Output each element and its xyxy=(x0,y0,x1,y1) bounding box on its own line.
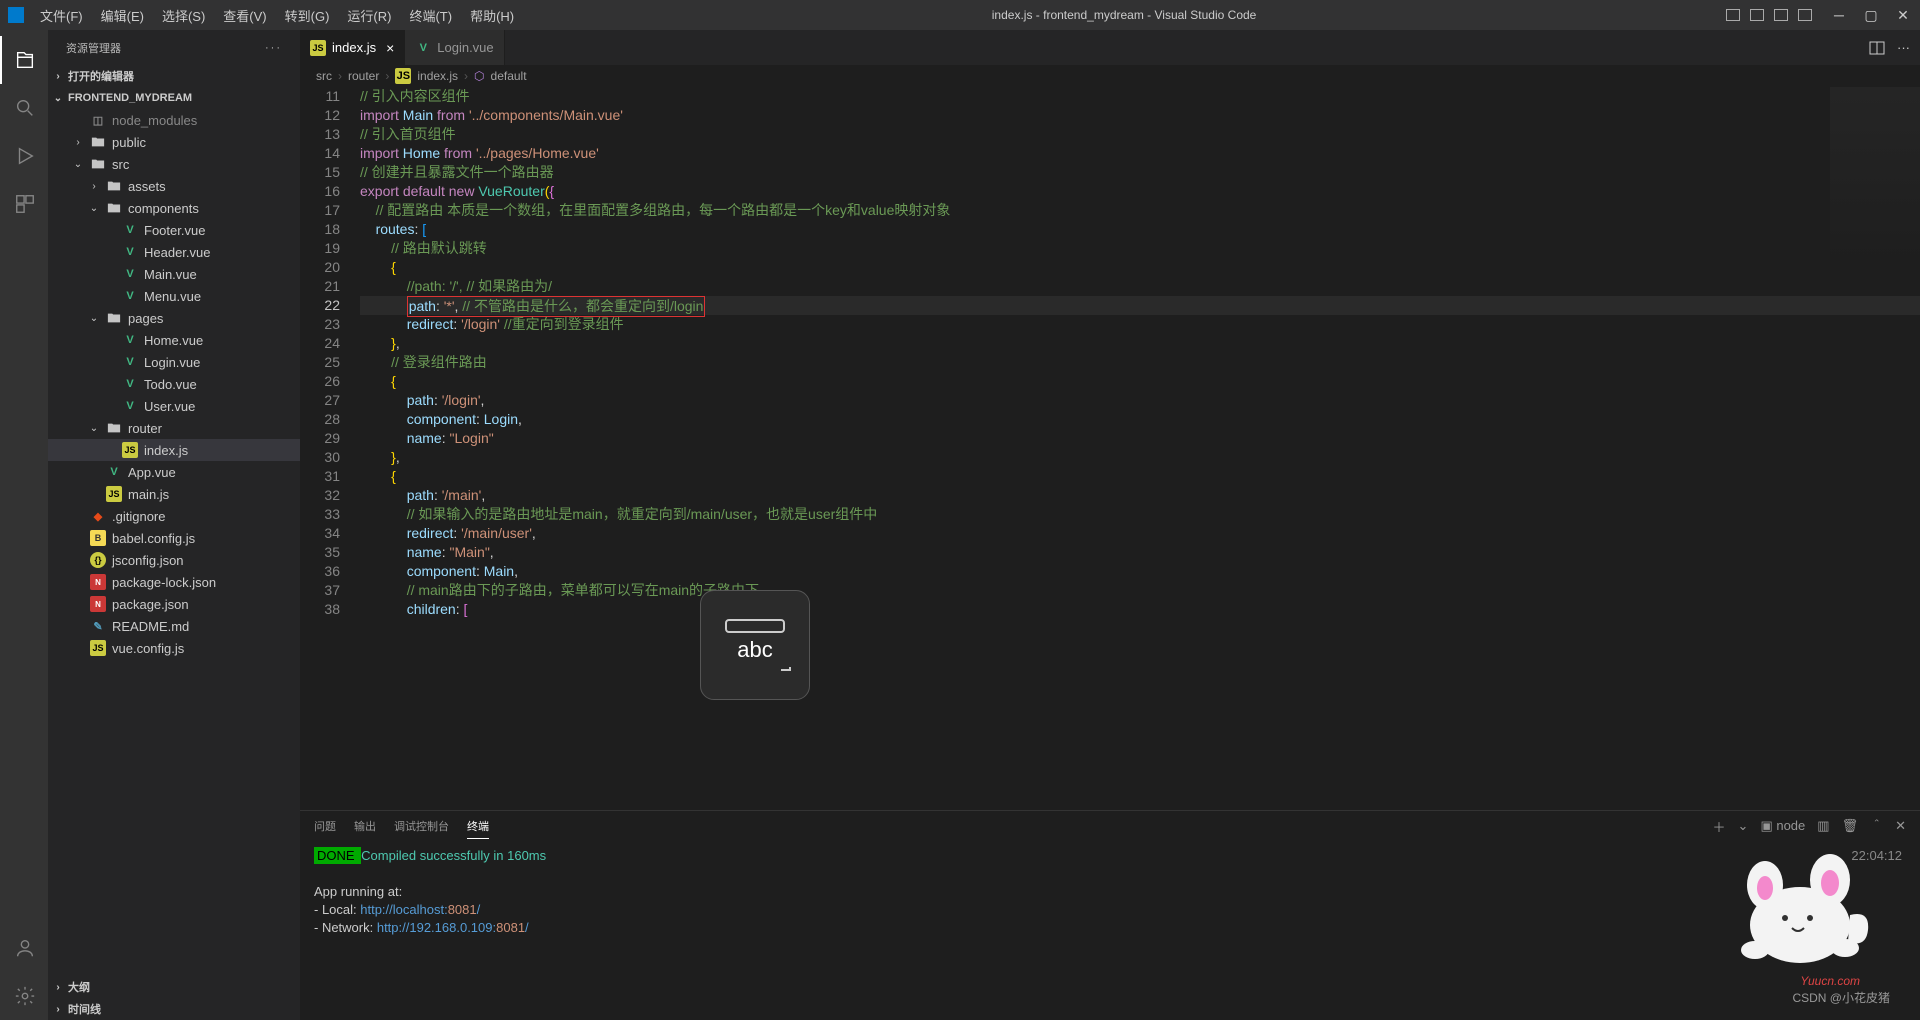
new-terminal-icon[interactable]: ＋ xyxy=(1713,817,1726,836)
folder-item[interactable]: ⌄components xyxy=(48,197,300,219)
file-item[interactable]: JSindex.js xyxy=(48,439,300,461)
breadcrumb[interactable]: src› router›JS index.js›⬡ default xyxy=(300,65,1920,87)
section-outline[interactable]: ›大纲 xyxy=(48,976,300,998)
file-item[interactable]: VTodo.vue xyxy=(48,373,300,395)
code-lines[interactable]: // 引入内容区组件import Main from '../component… xyxy=(360,87,1920,810)
section-timeline[interactable]: ›时间线 xyxy=(48,998,300,1020)
ime-indicator-popup: abc xyxy=(700,590,810,700)
ime-indicator-text: abc xyxy=(737,637,772,663)
panel-tabs: 问题输出调试控制台终端 ＋ ⌄ ▣ node ▥ 🗑 ＾ ✕ xyxy=(300,811,1920,841)
menu-item[interactable]: 转到(G) xyxy=(277,2,338,29)
line-gutter: 1112131415161718192021222324252627282930… xyxy=(300,87,360,810)
file-item[interactable]: VMain.vue xyxy=(48,263,300,285)
menu-item[interactable]: 终端(T) xyxy=(401,2,460,29)
split-terminal-icon[interactable]: ▥ xyxy=(1817,818,1829,834)
file-item[interactable]: VApp.vue xyxy=(48,461,300,483)
close-button[interactable]: ✕ xyxy=(1894,6,1912,24)
maximize-button[interactable]: ▢ xyxy=(1862,6,1880,24)
sidebar-title: 资源管理器 xyxy=(66,40,121,56)
folder-item[interactable]: ⌄pages xyxy=(48,307,300,329)
file-item[interactable]: JSmain.js xyxy=(48,483,300,505)
activity-bar xyxy=(0,30,48,1020)
vscode-icon xyxy=(8,7,24,23)
accounts-icon[interactable] xyxy=(0,924,48,972)
editor-tab[interactable]: VLogin.vue xyxy=(405,30,504,65)
terminal-body[interactable]: 22:04:12 DONE Compiled successfully in 1… xyxy=(300,841,1920,1020)
run-debug-icon[interactable] xyxy=(0,132,48,180)
menu-item[interactable]: 编辑(E) xyxy=(93,2,152,29)
panel-tab[interactable]: 输出 xyxy=(354,814,376,838)
close-tab-icon[interactable]: × xyxy=(386,40,394,56)
split-editor-icon[interactable] xyxy=(1869,40,1885,56)
file-item[interactable]: VLogin.vue xyxy=(48,351,300,373)
file-item[interactable]: ◫node_modules xyxy=(48,109,300,131)
watermark-image xyxy=(1710,840,1870,970)
minimap[interactable] xyxy=(1830,87,1920,267)
file-item[interactable]: ✎README.md xyxy=(48,615,300,637)
file-item[interactable]: {}jsconfig.json xyxy=(48,549,300,571)
editor-tabs: JSindex.js×VLogin.vue ··· xyxy=(300,30,1920,65)
file-item[interactable]: Bbabel.config.js xyxy=(48,527,300,549)
editor-tab[interactable]: JSindex.js× xyxy=(300,30,405,65)
menu-item[interactable]: 运行(R) xyxy=(339,2,399,29)
editor-area: JSindex.js×VLogin.vue ··· src› router›JS… xyxy=(300,30,1920,1020)
section-project[interactable]: ⌄FRONTEND_MYDREAM xyxy=(48,87,300,109)
sidebar-header: 资源管理器 ··· xyxy=(48,30,300,65)
folder-item[interactable]: ⌄router xyxy=(48,417,300,439)
file-item[interactable]: VHome.vue xyxy=(48,329,300,351)
settings-icon[interactable] xyxy=(0,972,48,1020)
window-controls: ─ ▢ ✕ xyxy=(1830,6,1912,24)
code-editor[interactable]: 1112131415161718192021222324252627282930… xyxy=(300,87,1920,810)
panel-tab[interactable]: 终端 xyxy=(467,814,489,839)
menu-item[interactable]: 选择(S) xyxy=(154,2,213,29)
file-item[interactable]: Npackage.json xyxy=(48,593,300,615)
minimize-button[interactable]: ─ xyxy=(1830,6,1848,24)
section-open-editors[interactable]: ›打开的编辑器 xyxy=(48,65,300,87)
terminal-shell-name[interactable]: ▣ node xyxy=(1760,818,1805,834)
more-icon[interactable]: ··· xyxy=(265,42,282,54)
file-item[interactable]: VMenu.vue xyxy=(48,285,300,307)
tab-more-icon[interactable]: ··· xyxy=(1897,40,1910,55)
maximize-panel-icon[interactable]: ＾ xyxy=(1870,817,1883,836)
folder-item[interactable]: ⌄src xyxy=(48,153,300,175)
search-icon[interactable] xyxy=(0,84,48,132)
menu-bar: 文件(F)编辑(E)选择(S)查看(V)转到(G)运行(R)终端(T)帮助(H) xyxy=(32,2,522,29)
panel-tab[interactable]: 问题 xyxy=(314,814,336,838)
terminal-dropdown-icon[interactable]: ⌄ xyxy=(1738,818,1749,834)
file-item[interactable]: JSvue.config.js xyxy=(48,637,300,659)
panel-tab[interactable]: 调试控制台 xyxy=(394,814,449,838)
folder-item[interactable]: ›assets xyxy=(48,175,300,197)
terminal-panel: 问题输出调试控制台终端 ＋ ⌄ ▣ node ▥ 🗑 ＾ ✕ 22:04:12 … xyxy=(300,810,1920,1020)
close-panel-icon[interactable]: ✕ xyxy=(1895,818,1906,834)
file-item[interactable]: VUser.vue xyxy=(48,395,300,417)
file-tree: ◫node_modules›public⌄src›assets⌄componen… xyxy=(48,109,300,659)
menu-item[interactable]: 帮助(H) xyxy=(462,2,522,29)
file-item[interactable]: ◆.gitignore xyxy=(48,505,300,527)
window-title: index.js - frontend_mydream - Visual Stu… xyxy=(522,8,1726,22)
extensions-icon[interactable] xyxy=(0,180,48,228)
folder-item[interactable]: ›public xyxy=(48,131,300,153)
menu-item[interactable]: 文件(F) xyxy=(32,2,91,29)
title-bar: 文件(F)编辑(E)选择(S)查看(V)转到(G)运行(R)终端(T)帮助(H)… xyxy=(0,0,1920,30)
explorer-sidebar: 资源管理器 ··· ›打开的编辑器 ⌄FRONTEND_MYDREAM ◫nod… xyxy=(48,30,300,1020)
file-item[interactable]: VHeader.vue xyxy=(48,241,300,263)
file-item[interactable]: Npackage-lock.json xyxy=(48,571,300,593)
layout-controls[interactable] xyxy=(1726,9,1812,21)
menu-item[interactable]: 查看(V) xyxy=(215,2,274,29)
file-item[interactable]: VFooter.vue xyxy=(48,219,300,241)
watermark-site: Yuucn.com xyxy=(1800,974,1860,988)
explorer-icon[interactable] xyxy=(0,36,48,84)
watermark-credit: CSDN @小花皮猪 xyxy=(1792,989,1890,1006)
kill-terminal-icon[interactable]: 🗑 xyxy=(1842,818,1859,834)
